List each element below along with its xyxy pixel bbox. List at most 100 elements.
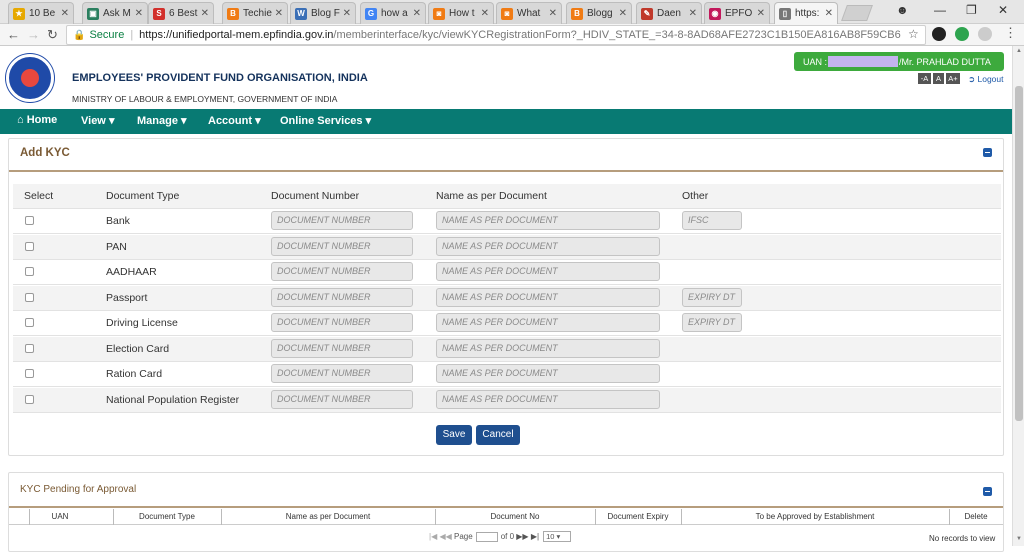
browser-tab[interactable]: ★ 10 Be ✕	[8, 2, 74, 24]
font-small-button[interactable]: -A	[918, 73, 931, 84]
name-as-per-document-input[interactable]: NAME AS PER DOCUMENT	[436, 236, 660, 256]
browser-tab[interactable]: ◉ EPFO ✕	[704, 2, 770, 24]
page-scrollbar[interactable]: ▲ ▼	[1012, 46, 1024, 546]
menu-manage[interactable]: Manage ▾	[137, 114, 187, 127]
cancel-button[interactable]: Cancel	[476, 425, 520, 445]
browser-tab[interactable]: ◙ What ✕	[496, 2, 562, 24]
document-number-input[interactable]: DOCUMENT NUMBER	[271, 211, 413, 230]
document-number-input[interactable]: DOCUMENT NUMBER	[271, 287, 413, 307]
browser-tab[interactable]: ▯ https: ✕	[774, 2, 838, 24]
caret-down-icon: ▾	[181, 115, 187, 127]
other-input[interactable]: EXPIRY DT	[682, 287, 742, 307]
name-as-per-document-input[interactable]: NAME AS PER DOCUMENT	[436, 338, 660, 358]
tab-close-icon[interactable]: ✕	[619, 8, 627, 19]
star-icon[interactable]: ☆	[908, 27, 919, 41]
tab-close-icon[interactable]: ✕	[825, 8, 833, 19]
col-other: Other	[682, 190, 709, 202]
kyc-pending-title: KYC Pending for Approval	[20, 484, 137, 495]
select-checkbox[interactable]	[25, 369, 34, 378]
collapse-pending-icon[interactable]	[983, 487, 992, 496]
tab-close-icon[interactable]: ✕	[689, 8, 697, 19]
extension-gray-icon[interactable]	[978, 27, 992, 41]
tab-close-icon[interactable]: ✕	[61, 8, 69, 19]
prev-page-icon[interactable]: ◀◀	[439, 532, 451, 541]
first-page-icon[interactable]: |◀	[429, 532, 437, 541]
tab-close-icon[interactable]: ✕	[757, 8, 765, 19]
close-window-icon[interactable]: ✕	[998, 3, 1008, 17]
next-page-icon[interactable]: ▶▶	[516, 532, 528, 541]
tab-close-icon[interactable]: ✕	[549, 8, 557, 19]
browser-tab[interactable]: B Blogg ✕	[566, 2, 632, 24]
select-checkbox[interactable]	[25, 292, 34, 302]
document-number-input[interactable]: DOCUMENT NUMBER	[271, 389, 413, 409]
font-normal-button[interactable]: A	[933, 73, 944, 84]
name-as-per-document-input[interactable]: NAME AS PER DOCUMENT	[436, 262, 660, 281]
last-page-icon[interactable]: ▶|	[531, 532, 539, 541]
select-checkbox[interactable]	[25, 394, 34, 404]
back-icon[interactable]: ←	[7, 27, 20, 42]
profile-icon[interactable]: ☻	[896, 3, 909, 17]
name-as-per-document-input[interactable]: NAME AS PER DOCUMENT	[436, 364, 660, 383]
browser-tab[interactable]: Ghow a ✕	[360, 2, 426, 24]
document-number-input[interactable]: DOCUMENT NUMBER	[271, 364, 413, 383]
extension-shield-icon[interactable]	[932, 27, 946, 41]
maximize-icon[interactable]: ❐	[966, 3, 977, 17]
browser-tab[interactable]: ▣ Ask M ✕	[82, 2, 148, 24]
url-input[interactable]: 🔒 Secure | https://unifiedportal-mem.epf…	[66, 25, 926, 45]
other-input[interactable]: IFSC	[682, 211, 742, 230]
tab-close-icon[interactable]: ✕	[343, 8, 351, 19]
pending-col-header: To be Approved by Establishment	[755, 512, 875, 521]
menu-online-services[interactable]: Online Services ▾	[280, 114, 371, 127]
scroll-down-icon[interactable]: ▼	[1016, 536, 1022, 542]
site-header: EMPLOYEES' PROVIDENT FUND ORGANISATION, …	[0, 46, 1012, 109]
page-size-select[interactable]: 10 ▾	[543, 531, 572, 542]
browser-tab[interactable]: S 6 Best ✕	[148, 2, 214, 24]
menu-home[interactable]: ⌂ Home	[17, 114, 57, 126]
main-menu: ⌂ Home View ▾ Manage ▾ Account ▾ Online …	[0, 109, 1012, 134]
document-number-input[interactable]: DOCUMENT NUMBER	[271, 236, 413, 256]
select-checkbox[interactable]	[25, 267, 34, 276]
document-number-input[interactable]: DOCUMENT NUMBER	[271, 313, 413, 332]
logout-link[interactable]: ➲ Logout	[968, 74, 1004, 85]
menu-account[interactable]: Account ▾	[208, 114, 261, 127]
tab-label: Blogg	[587, 8, 613, 19]
save-button[interactable]: Save	[436, 425, 472, 445]
font-large-button[interactable]: A+	[946, 73, 960, 84]
other-input[interactable]: EXPIRY DT	[682, 313, 742, 332]
org-name: EMPLOYEES' PROVIDENT FUND ORGANISATION, …	[72, 72, 368, 84]
menu-view[interactable]: View ▾	[81, 114, 114, 127]
select-checkbox[interactable]	[25, 216, 34, 225]
scroll-up-icon[interactable]: ▲	[1016, 48, 1022, 54]
select-checkbox[interactable]	[25, 241, 34, 251]
select-checkbox[interactable]	[25, 343, 34, 353]
document-number-input[interactable]: DOCUMENT NUMBER	[271, 338, 413, 358]
tab-close-icon[interactable]: ✕	[413, 8, 421, 19]
name-as-per-document-input[interactable]: NAME AS PER DOCUMENT	[436, 211, 660, 230]
reload-icon[interactable]: ↻	[47, 27, 58, 43]
tab-label: 6 Best	[169, 8, 198, 19]
collapse-add-kyc-icon[interactable]	[983, 148, 992, 157]
tab-close-icon[interactable]: ✕	[481, 8, 489, 19]
caret-down-icon: ▾	[255, 115, 261, 127]
scrollbar-thumb[interactable]	[1015, 86, 1023, 421]
browser-tab[interactable]: B Techie ✕	[222, 2, 288, 24]
chrome-menu-icon[interactable]: ⋮	[1004, 25, 1017, 41]
epfo-logo	[6, 54, 54, 102]
tab-close-icon[interactable]: ✕	[201, 8, 209, 19]
minimize-icon[interactable]: —	[934, 3, 946, 17]
name-as-per-document-input[interactable]: NAME AS PER DOCUMENT	[436, 389, 660, 409]
extension-grammarly-icon[interactable]	[955, 27, 969, 41]
browser-tab[interactable]: ◙ How t ✕	[428, 2, 494, 24]
name-as-per-document-input[interactable]: NAME AS PER DOCUMENT	[436, 287, 660, 307]
forward-icon[interactable]: →	[27, 27, 40, 42]
name-as-per-document-input[interactable]: NAME AS PER DOCUMENT	[436, 313, 660, 332]
page-number-input[interactable]	[475, 531, 498, 542]
kyc-row: Driving License DOCUMENT NUMBER NAME AS PE…	[13, 311, 1001, 336]
browser-tab[interactable]: ✎ Daen ✕	[636, 2, 702, 24]
tab-close-icon[interactable]: ✕	[135, 8, 143, 19]
tab-close-icon[interactable]: ✕	[275, 8, 283, 19]
select-checkbox[interactable]	[25, 318, 34, 327]
document-type-label: Bank	[106, 215, 130, 227]
browser-tab[interactable]: W Blog F ✕	[290, 2, 356, 24]
document-number-input[interactable]: DOCUMENT NUMBER	[271, 262, 413, 281]
